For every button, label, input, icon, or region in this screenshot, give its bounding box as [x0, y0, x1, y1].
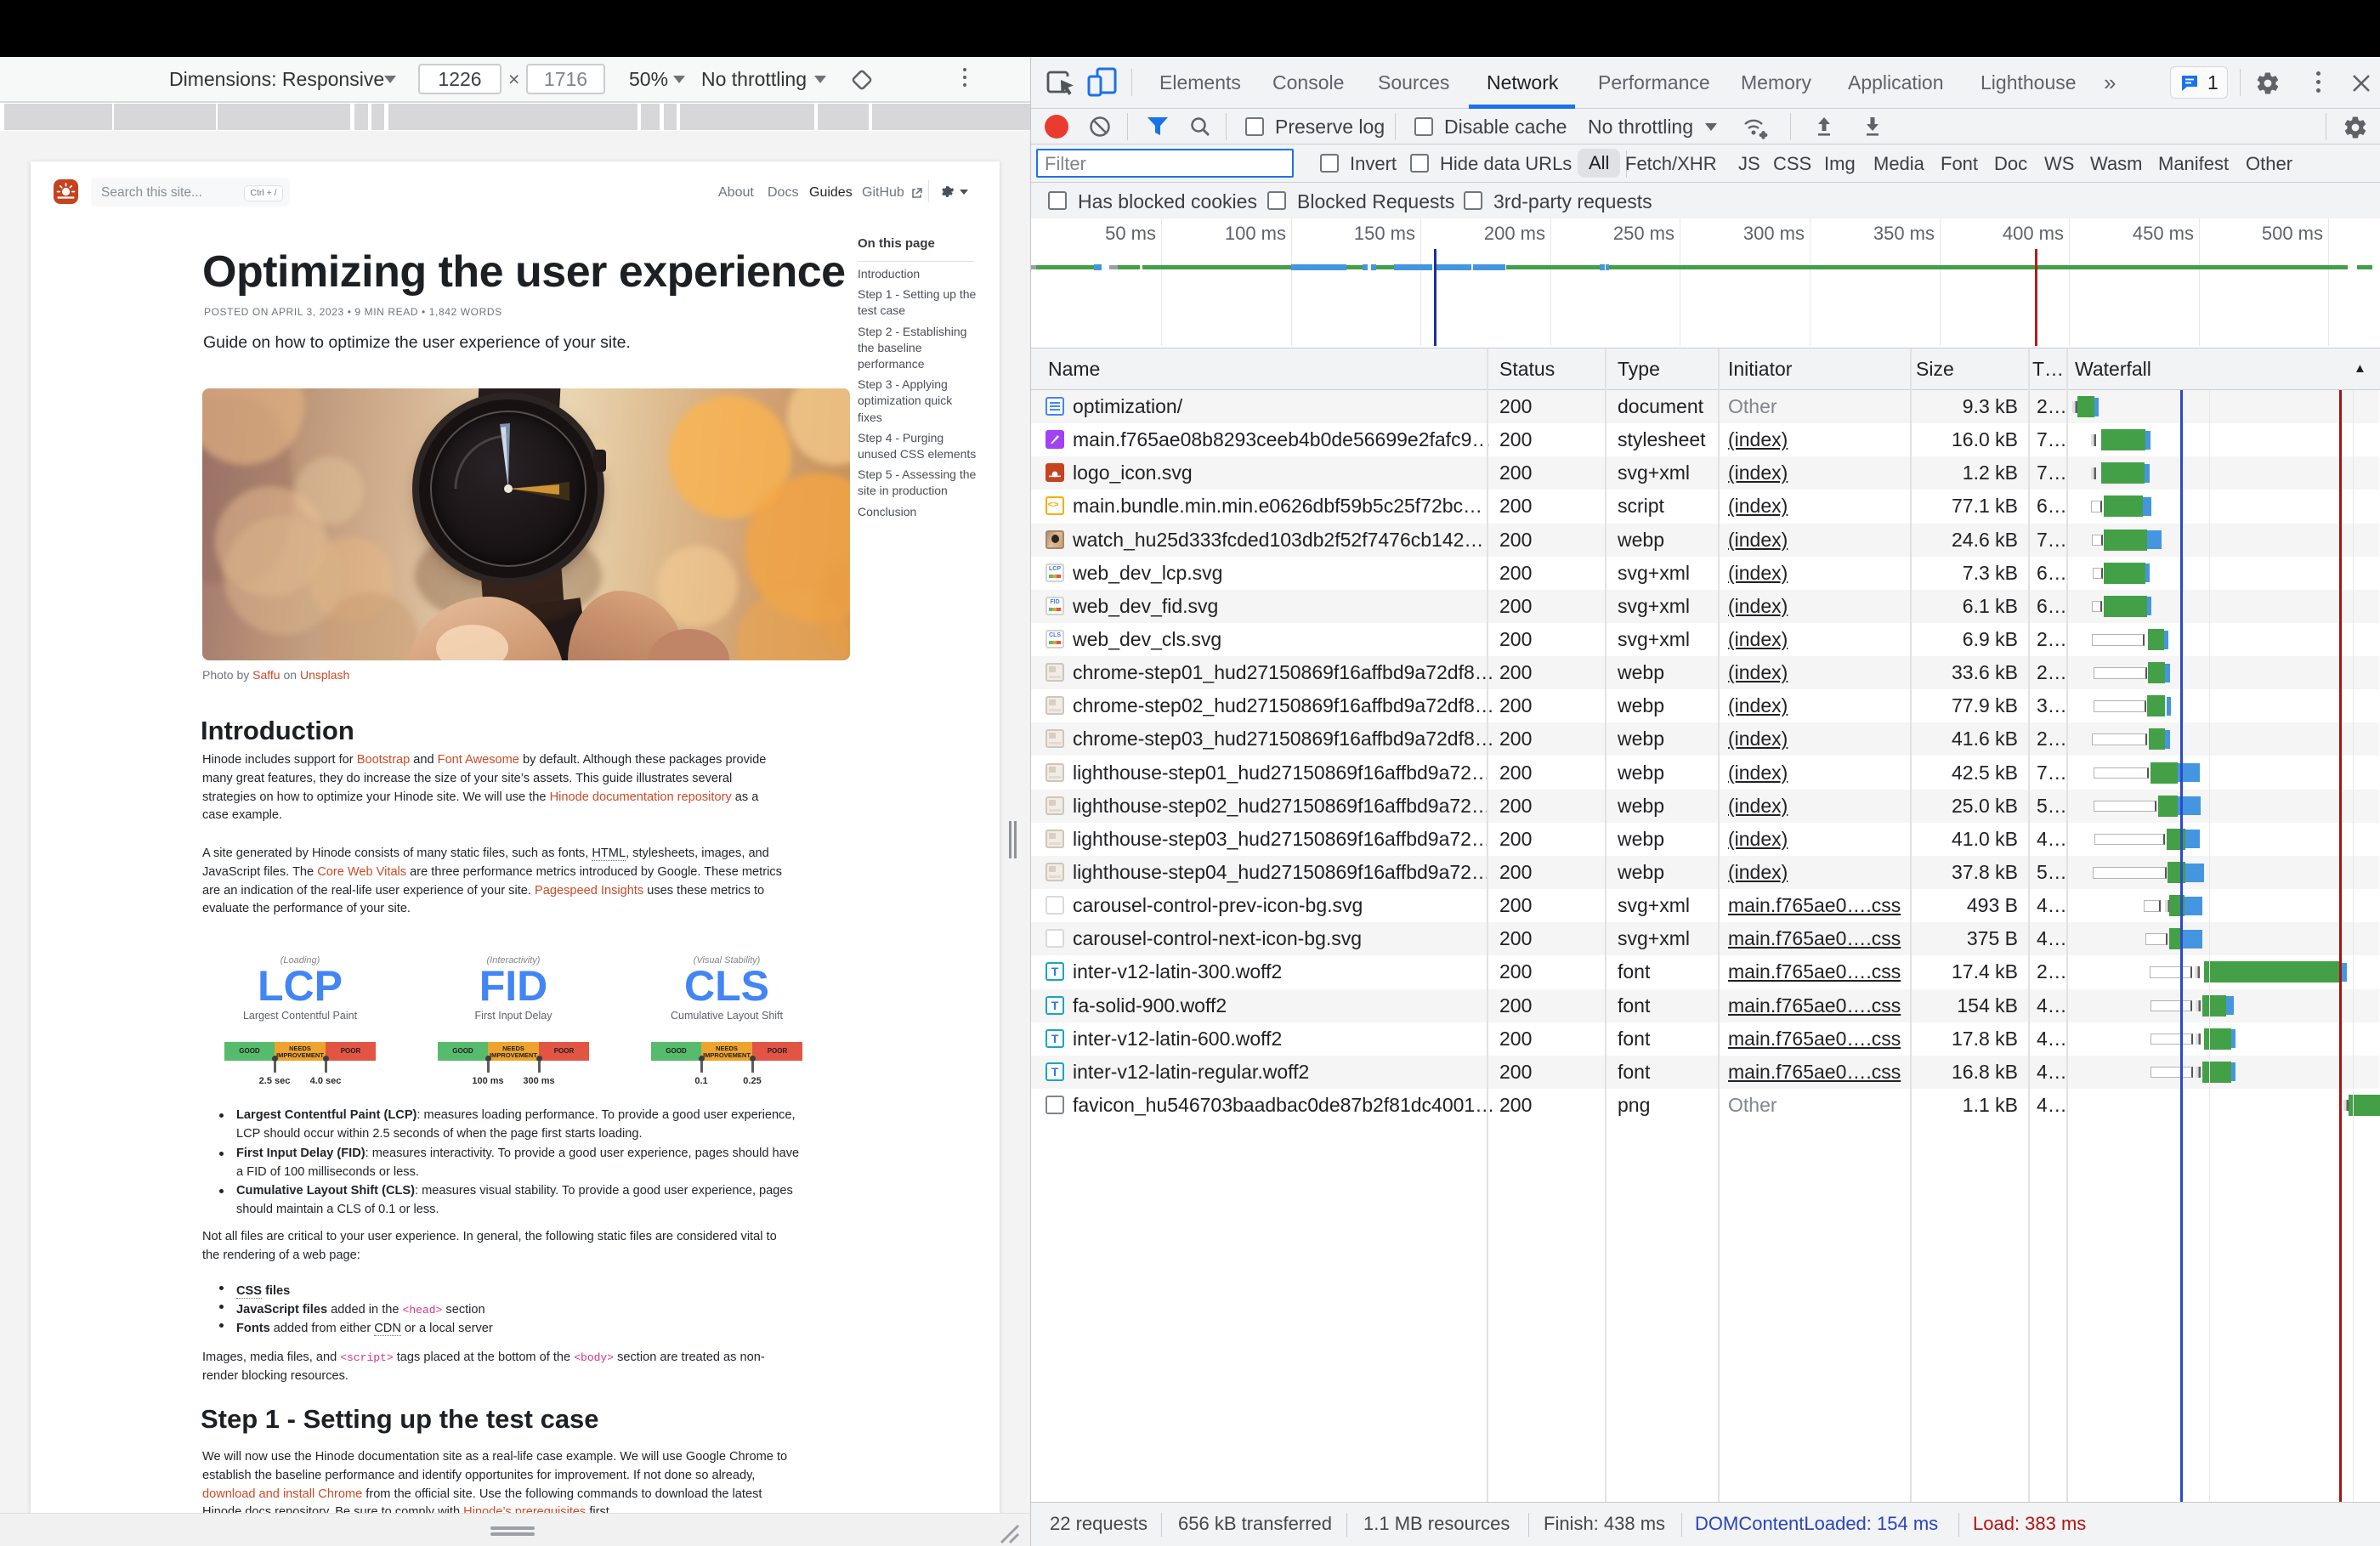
svg-text:<>: <> [1048, 500, 1059, 510]
